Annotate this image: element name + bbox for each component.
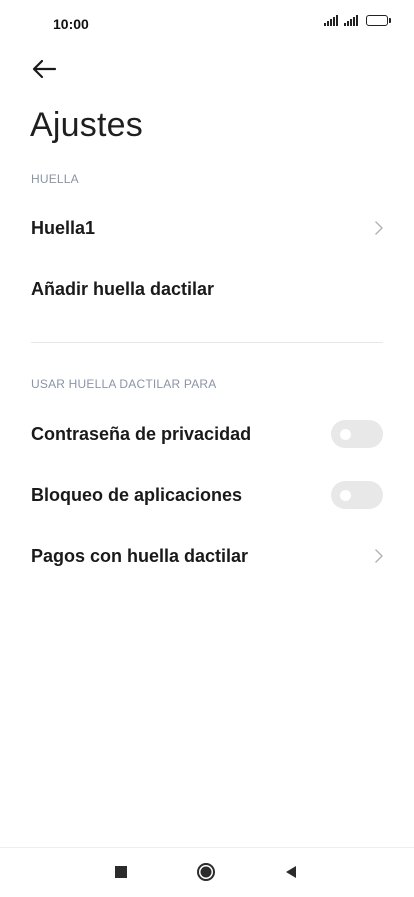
row-label: Añadir huella dactilar [31,278,215,299]
section-header-use-for: USAR HUELLA DACTILAR PARA [31,377,217,391]
divider [31,342,383,343]
page-title: Ajustes [30,106,143,144]
battery-icon [366,15,391,26]
privacy-password-toggle[interactable] [331,420,383,448]
add-fingerprint-button[interactable]: Añadir huella dactilar [0,261,414,317]
app-lock-toggle[interactable] [331,481,383,509]
triangle-left-icon [286,866,296,878]
fingerprint-payments-row[interactable]: Pagos con huella dactilar [0,528,414,584]
section-header-fingerprint: HUELLA [31,172,79,186]
status-icons [324,15,391,26]
chevron-right-icon [375,549,383,563]
square-icon [115,866,127,878]
toggle-knob [340,490,351,501]
toggle-knob [340,429,351,440]
status-time: 10:00 [53,16,89,32]
privacy-password-row[interactable]: Contraseña de privacidad [0,406,414,462]
status-bar: 10:00 [0,0,414,46]
recents-button[interactable] [111,862,131,882]
nav-back-button[interactable] [281,862,301,882]
arrow-left-icon [32,59,57,79]
back-button[interactable] [28,54,60,84]
signal-icon [324,15,338,26]
circle-icon [197,863,215,881]
row-label: Huella1 [31,217,96,238]
chevron-right-icon [375,221,383,235]
row-label: Contraseña de privacidad [31,423,252,444]
row-label: Bloqueo de aplicaciones [31,484,243,505]
home-button[interactable] [196,862,216,882]
fingerprint-item-huella1[interactable]: Huella1 [0,200,414,256]
signal-icon [344,15,358,26]
row-label: Pagos con huella dactilar [31,545,249,566]
navigation-bar [0,847,414,897]
app-lock-row[interactable]: Bloqueo de aplicaciones [0,467,414,523]
